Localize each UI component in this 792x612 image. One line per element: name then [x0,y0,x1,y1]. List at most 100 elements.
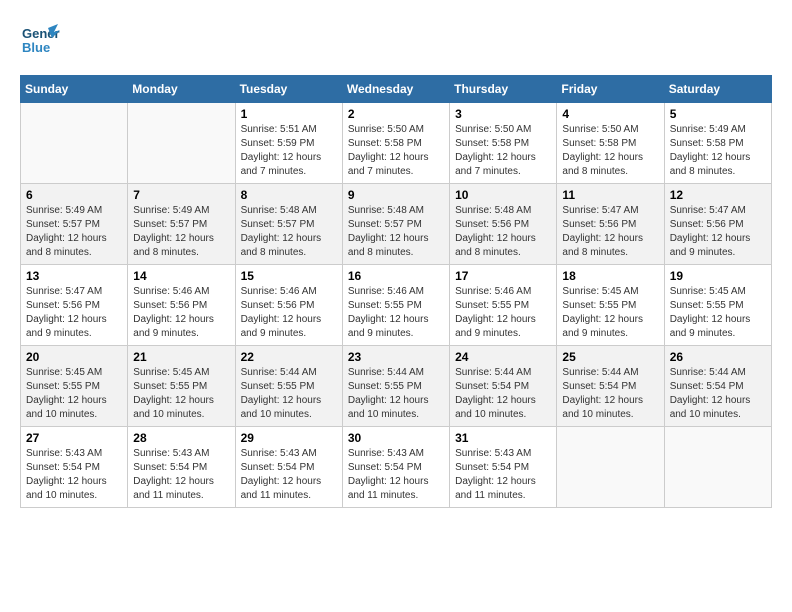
day-info: Sunrise: 5:43 AM Sunset: 5:54 PM Dayligh… [348,447,444,503]
day-number: 12 [670,188,766,202]
calendar-cell: 13Sunrise: 5:47 AM Sunset: 5:56 PM Dayli… [21,265,128,346]
calendar-cell: 12 Sunrise: 5:47 AM Sunset: 5:56 PM Dayli… [664,184,771,265]
day-info: Sunrise: 5:48 AM Sunset: 5:57 PM Dayligh… [241,204,337,260]
day-info: Sunrise: 5:43 AM Sunset: 5:54 PM Dayligh… [26,447,122,503]
day-info: Sunrise: 5:45 AM Sunset: 5:55 PM Dayligh… [133,366,229,422]
day-info: Sunrise: 5:49 AM Sunset: 5:57 PM Dayligh… [26,204,122,260]
calendar-cell: 17Sunrise: 5:46 AM Sunset: 5:55 PM Dayli… [450,265,557,346]
weekday-header-tuesday: Tuesday [235,76,342,103]
week-row-4: 20 Sunrise: 5:45 AM Sunset: 5:55 PM Dayli… [21,346,772,427]
weekday-header-saturday: Saturday [664,76,771,103]
logo: General Blue [20,20,60,65]
calendar-cell [21,103,128,184]
day-info: Sunrise: 5:45 AM Sunset: 5:55 PM Dayligh… [26,366,122,422]
calendar-cell [128,103,235,184]
day-number: 18 [562,269,658,283]
day-number: 21 [133,350,229,364]
day-info: Sunrise: 5:44 AM Sunset: 5:54 PM Dayligh… [562,366,658,422]
calendar-cell: 7Sunrise: 5:49 AM Sunset: 5:57 PM Daylig… [128,184,235,265]
day-number: 9 [348,188,444,202]
weekday-header-row: SundayMondayTuesdayWednesdayThursdayFrid… [21,76,772,103]
weekday-header-wednesday: Wednesday [342,76,449,103]
calendar-cell: 1 Sunrise: 5:51 AM Sunset: 5:59 PM Daylig… [235,103,342,184]
calendar-cell: 20 Sunrise: 5:45 AM Sunset: 5:55 PM Dayli… [21,346,128,427]
day-info: Sunrise: 5:49 AM Sunset: 5:57 PM Dayligh… [133,204,229,260]
day-info: Sunrise: 5:43 AM Sunset: 5:54 PM Dayligh… [455,447,551,503]
day-number: 31 [455,431,551,445]
calendar-cell: 14 Sunrise: 5:46 AM Sunset: 5:56 PM Dayli… [128,265,235,346]
calendar-cell: 24Sunrise: 5:44 AM Sunset: 5:54 PM Dayli… [450,346,557,427]
week-row-1: 1 Sunrise: 5:51 AM Sunset: 5:59 PM Daylig… [21,103,772,184]
weekday-header-monday: Monday [128,76,235,103]
day-info: Sunrise: 5:44 AM Sunset: 5:54 PM Dayligh… [455,366,551,422]
calendar-cell: 4Sunrise: 5:50 AM Sunset: 5:58 PM Daylig… [557,103,664,184]
day-number: 17 [455,269,551,283]
week-row-3: 13Sunrise: 5:47 AM Sunset: 5:56 PM Dayli… [21,265,772,346]
day-info: Sunrise: 5:44 AM Sunset: 5:55 PM Dayligh… [241,366,337,422]
logo-icon: General Blue [20,20,60,65]
week-row-2: 6 Sunrise: 5:49 AM Sunset: 5:57 PM Daylig… [21,184,772,265]
day-number: 1 [241,107,337,121]
calendar-cell: 5 Sunrise: 5:49 AM Sunset: 5:58 PM Daylig… [664,103,771,184]
day-number: 16 [348,269,444,283]
day-info: Sunrise: 5:44 AM Sunset: 5:54 PM Dayligh… [670,366,766,422]
day-info: Sunrise: 5:45 AM Sunset: 5:55 PM Dayligh… [670,285,766,341]
day-number: 27 [26,431,122,445]
day-number: 22 [241,350,337,364]
day-number: 8 [241,188,337,202]
calendar-cell: 11 Sunrise: 5:47 AM Sunset: 5:56 PM Dayli… [557,184,664,265]
day-number: 23 [348,350,444,364]
calendar-cell: 22 Sunrise: 5:44 AM Sunset: 5:55 PM Dayli… [235,346,342,427]
weekday-header-sunday: Sunday [21,76,128,103]
day-info: Sunrise: 5:46 AM Sunset: 5:55 PM Dayligh… [348,285,444,341]
svg-text:Blue: Blue [22,40,50,55]
calendar-cell [557,427,664,508]
calendar-cell: 6 Sunrise: 5:49 AM Sunset: 5:57 PM Daylig… [21,184,128,265]
day-info: Sunrise: 5:46 AM Sunset: 5:56 PM Dayligh… [133,285,229,341]
day-info: Sunrise: 5:48 AM Sunset: 5:56 PM Dayligh… [455,204,551,260]
calendar-cell: 27 Sunrise: 5:43 AM Sunset: 5:54 PM Dayli… [21,427,128,508]
day-number: 30 [348,431,444,445]
day-number: 10 [455,188,551,202]
weekday-header-friday: Friday [557,76,664,103]
calendar-cell: 16 Sunrise: 5:46 AM Sunset: 5:55 PM Dayli… [342,265,449,346]
day-number: 5 [670,107,766,121]
day-info: Sunrise: 5:50 AM Sunset: 5:58 PM Dayligh… [348,123,444,179]
day-number: 14 [133,269,229,283]
day-info: Sunrise: 5:51 AM Sunset: 5:59 PM Dayligh… [241,123,337,179]
calendar-cell: 31 Sunrise: 5:43 AM Sunset: 5:54 PM Dayli… [450,427,557,508]
day-number: 20 [26,350,122,364]
calendar-cell: 26 Sunrise: 5:44 AM Sunset: 5:54 PM Dayli… [664,346,771,427]
day-number: 2 [348,107,444,121]
day-info: Sunrise: 5:47 AM Sunset: 5:56 PM Dayligh… [670,204,766,260]
day-info: Sunrise: 5:48 AM Sunset: 5:57 PM Dayligh… [348,204,444,260]
day-number: 26 [670,350,766,364]
calendar-table: SundayMondayTuesdayWednesdayThursdayFrid… [20,75,772,508]
calendar-cell: 18 Sunrise: 5:45 AM Sunset: 5:55 PM Dayli… [557,265,664,346]
calendar-cell: 19 Sunrise: 5:45 AM Sunset: 5:55 PM Dayli… [664,265,771,346]
day-number: 15 [241,269,337,283]
day-info: Sunrise: 5:43 AM Sunset: 5:54 PM Dayligh… [241,447,337,503]
calendar-cell: 8 Sunrise: 5:48 AM Sunset: 5:57 PM Daylig… [235,184,342,265]
weekday-header-thursday: Thursday [450,76,557,103]
calendar-cell: 15 Sunrise: 5:46 AM Sunset: 5:56 PM Dayli… [235,265,342,346]
day-info: Sunrise: 5:49 AM Sunset: 5:58 PM Dayligh… [670,123,766,179]
day-number: 19 [670,269,766,283]
calendar-cell: 3 Sunrise: 5:50 AM Sunset: 5:58 PM Daylig… [450,103,557,184]
day-info: Sunrise: 5:45 AM Sunset: 5:55 PM Dayligh… [562,285,658,341]
day-number: 4 [562,107,658,121]
calendar-cell: 30 Sunrise: 5:43 AM Sunset: 5:54 PM Dayli… [342,427,449,508]
day-number: 3 [455,107,551,121]
day-number: 11 [562,188,658,202]
day-info: Sunrise: 5:47 AM Sunset: 5:56 PM Dayligh… [562,204,658,260]
day-info: Sunrise: 5:46 AM Sunset: 5:56 PM Dayligh… [241,285,337,341]
day-number: 6 [26,188,122,202]
week-row-5: 27 Sunrise: 5:43 AM Sunset: 5:54 PM Dayli… [21,427,772,508]
calendar-cell: 23 Sunrise: 5:44 AM Sunset: 5:55 PM Dayli… [342,346,449,427]
day-number: 28 [133,431,229,445]
day-info: Sunrise: 5:44 AM Sunset: 5:55 PM Dayligh… [348,366,444,422]
day-info: Sunrise: 5:47 AM Sunset: 5:56 PM Dayligh… [26,285,122,341]
calendar-cell: 28Sunrise: 5:43 AM Sunset: 5:54 PM Dayli… [128,427,235,508]
day-info: Sunrise: 5:50 AM Sunset: 5:58 PM Dayligh… [455,123,551,179]
calendar-cell: 21 Sunrise: 5:45 AM Sunset: 5:55 PM Dayli… [128,346,235,427]
